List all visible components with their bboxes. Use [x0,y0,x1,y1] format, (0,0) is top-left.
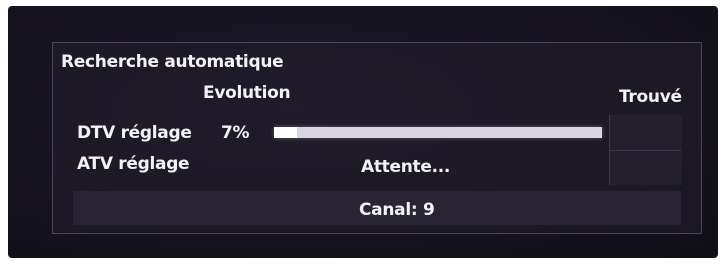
found-column-divider [609,150,681,151]
dialog-title: Recherche automatique [61,52,284,72]
found-header: Trouvé [619,87,682,107]
evolution-header: Evolution [203,83,291,103]
atv-status-text: Attente... [361,157,451,177]
auto-search-dialog: Recherche automatique Evolution Trouvé D… [52,42,702,234]
dtv-progress-fill [274,127,297,138]
dtv-progress-percent: 7% [221,123,250,143]
dtv-tuning-label: DTV réglage [77,123,192,143]
dtv-progress-bar [274,127,602,138]
atv-tuning-label: ATV réglage [77,154,190,174]
channel-readout: Canal: 9 [359,200,435,220]
tv-screen: Recherche automatique Evolution Trouvé D… [8,6,718,258]
